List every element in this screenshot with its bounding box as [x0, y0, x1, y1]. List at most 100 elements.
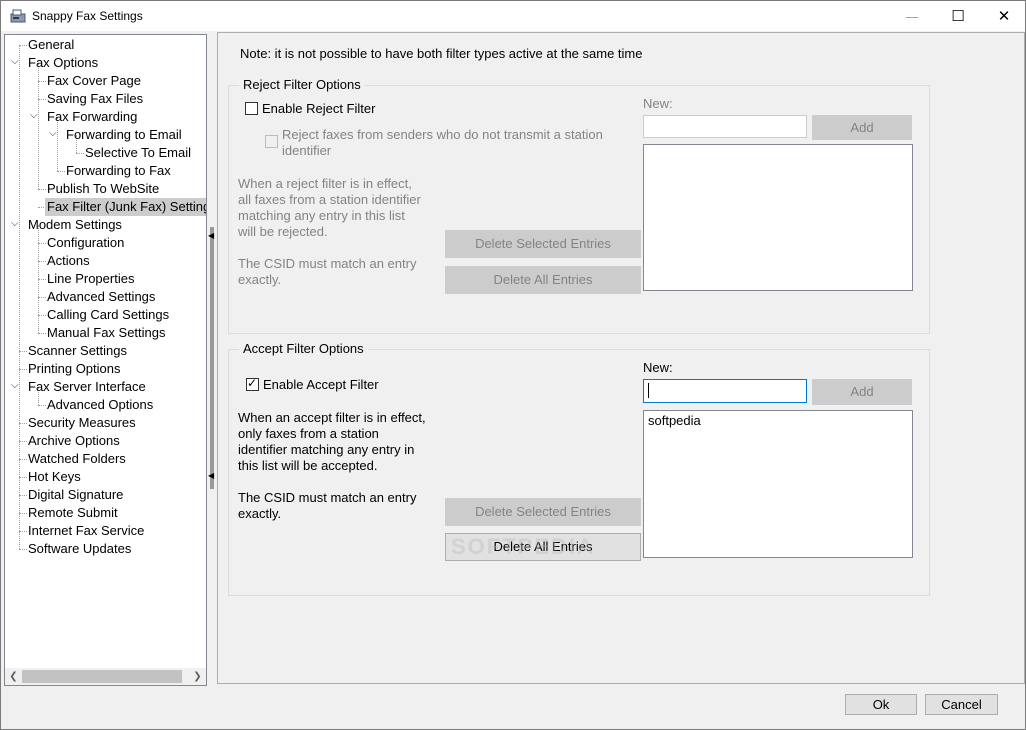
window-title: Snappy Fax Settings [32, 9, 143, 23]
accept-desc-line: When an accept filter is in effect, [238, 410, 426, 425]
reject-description: When a reject filter is in effect, all f… [238, 176, 438, 240]
tree-item-forwarding-to-email[interactable]: Forwarding to Email [64, 126, 184, 144]
tree-item-calling-card-settings[interactable]: Calling Card Settings [45, 306, 171, 324]
chevron-down-icon[interactable]: ⌵ [11, 381, 21, 391]
maximize-button[interactable]: ☐ [935, 1, 981, 31]
splitter-handle[interactable] [210, 227, 214, 489]
cancel-button[interactable]: Cancel [925, 694, 998, 715]
tree-item-line-properties[interactable]: Line Properties [45, 270, 136, 288]
tree-item-configuration[interactable]: Configuration [45, 234, 126, 252]
tree-item-scanner-settings[interactable]: Scanner Settings [26, 342, 129, 360]
chevron-down-icon[interactable]: ⌵ [49, 129, 59, 139]
checkmark-icon: ✓ [247, 376, 258, 390]
chevron-down-icon[interactable]: ⌵ [30, 111, 40, 121]
tree-item-remote-submit[interactable]: Remote Submit [26, 504, 120, 522]
enable-reject-label: Enable Reject Filter [262, 101, 376, 116]
tree-item-fax-cover-page[interactable]: Fax Cover Page [45, 72, 143, 90]
enable-reject-checkbox[interactable]: Enable Reject Filter [245, 101, 375, 116]
reject-entries-list[interactable] [643, 144, 913, 291]
tree-item-general[interactable]: General [26, 36, 76, 54]
accept-entries-list[interactable]: softpedia [643, 410, 913, 558]
filter-note: Note: it is not possible to have both fi… [240, 46, 643, 61]
reject-delete-all-button[interactable]: Delete All Entries [445, 266, 641, 294]
reject-csid-note: The CSID must match an entry exactly. [238, 256, 438, 288]
chevron-down-icon[interactable]: ⌵ [11, 219, 21, 229]
text-caret [648, 383, 649, 398]
tree-item-fax-forwarding[interactable]: Fax Forwarding [45, 108, 139, 126]
accept-csid-note: The CSID must match an entry exactly. [238, 490, 438, 522]
filter-settings-panel: Note: it is not possible to have both fi… [217, 32, 1025, 684]
tree-item-internet-fax-service[interactable]: Internet Fax Service [26, 522, 146, 540]
ok-button[interactable]: Ok [845, 694, 917, 715]
tree-item-printing-options[interactable]: Printing Options [26, 360, 123, 378]
checkbox-box[interactable]: ✓ [246, 376, 259, 391]
tree-item-advanced-options[interactable]: Advanced Options [45, 396, 155, 414]
accept-desc-line: only faxes from a station [238, 426, 379, 441]
tree-item-actions[interactable]: Actions [45, 252, 92, 270]
enable-accept-checkbox[interactable]: ✓ Enable Accept Filter [246, 376, 379, 392]
scrollbar-thumb[interactable] [22, 670, 182, 683]
accept-description: When an accept filter is in effect, only… [238, 410, 438, 474]
maximize-icon: ☐ [951, 8, 965, 25]
reject-no-id-label-line2: identifier [282, 143, 332, 158]
minimize-icon: — [905, 8, 919, 24]
accept-add-button[interactable]: Add [812, 379, 912, 405]
tree-item-selective-to-email[interactable]: Selective To Email [83, 144, 193, 162]
accept-csid-line: exactly. [238, 506, 282, 521]
reject-desc-line: will be rejected. [238, 224, 328, 239]
reject-new-input[interactable] [643, 115, 807, 138]
reject-add-button[interactable]: Add [812, 115, 912, 140]
tree-item-fax-server-interface[interactable]: Fax Server Interface [26, 378, 148, 396]
close-button[interactable]: ✕ [981, 1, 1026, 31]
fax-app-icon [10, 9, 26, 23]
checkbox-box[interactable] [265, 135, 278, 148]
tree-item-watched-folders[interactable]: Watched Folders [26, 450, 128, 468]
title-bar: Snappy Fax Settings — ☐ ✕ [0, 0, 1026, 31]
tree-item-fax-options[interactable]: Fax Options [26, 54, 100, 72]
accept-filter-group: Accept Filter Options ✓ Enable Accept Fi… [228, 341, 930, 596]
scroll-left-icon[interactable]: ❮ [5, 668, 22, 685]
list-item[interactable]: softpedia [648, 413, 701, 428]
tree-item-fax-filter[interactable]: Fax Filter (Junk Fax) Settings [45, 198, 206, 216]
accept-filter-title: Accept Filter Options [239, 341, 368, 356]
tree-item-digital-signature[interactable]: Digital Signature [26, 486, 125, 504]
accept-csid-line: The CSID must match an entry [238, 490, 417, 505]
reject-desc-line: matching any entry in this list [238, 208, 405, 223]
watermark-text: SOFTPEDIA [451, 534, 595, 559]
minimize-button[interactable]: — [889, 1, 935, 31]
tree-item-manual-fax-settings[interactable]: Manual Fax Settings [45, 324, 168, 342]
tree-item-archive-options[interactable]: Archive Options [26, 432, 122, 450]
collapse-left-icon[interactable]: ◀ [208, 471, 214, 480]
chevron-down-icon[interactable]: ⌵ [11, 57, 21, 67]
tree-item-forwarding-to-fax[interactable]: Forwarding to Fax [64, 162, 173, 180]
reject-no-id-label-line1: Reject faxes from senders who do not tra… [282, 127, 603, 142]
tree-item-software-updates[interactable]: Software Updates [26, 540, 133, 558]
reject-no-id-checkbox[interactable]: Reject faxes from senders who do not tra… [265, 127, 603, 159]
reject-filter-title: Reject Filter Options [239, 77, 365, 92]
reject-csid-line: exactly. [238, 272, 282, 287]
tree-horizontal-scrollbar[interactable]: ❮ ❯ [5, 668, 206, 685]
accept-delete-selected-button[interactable]: Delete Selected Entries [445, 498, 641, 526]
dialog-body: ⌵ ⌵ ⌵ ⌵ ⌵ General Fax Options Fax Cover … [0, 31, 1026, 730]
reject-desc-line: all faxes from a station identifier [238, 192, 421, 207]
tree-item-saving-fax-files[interactable]: Saving Fax Files [45, 90, 145, 108]
tree-item-security-measures[interactable]: Security Measures [26, 414, 138, 432]
tree-item-hot-keys[interactable]: Hot Keys [26, 468, 83, 486]
tree-item-publish-to-website[interactable]: Publish To WebSite [45, 180, 161, 198]
accept-new-input[interactable] [643, 379, 807, 403]
accept-desc-line: identifier matching any entry in [238, 442, 415, 457]
checkbox-box[interactable] [245, 102, 258, 115]
accept-desc-line: this list will be accepted. [238, 458, 378, 473]
reject-delete-selected-button[interactable]: Delete Selected Entries [445, 230, 641, 258]
accept-new-label: New: [643, 360, 673, 375]
panel-splitter[interactable]: ◀ ◀ [208, 227, 216, 489]
tree-item-modem-settings[interactable]: Modem Settings [26, 216, 124, 234]
scroll-right-icon[interactable]: ❯ [189, 668, 206, 685]
close-icon: ✕ [997, 8, 1011, 25]
tree-item-advanced-settings[interactable]: Advanced Settings [45, 288, 157, 306]
settings-tree[interactable]: ⌵ ⌵ ⌵ ⌵ ⌵ General Fax Options Fax Cover … [4, 34, 207, 686]
reject-desc-line: When a reject filter is in effect, [238, 176, 412, 191]
collapse-left-icon[interactable]: ◀ [208, 231, 214, 240]
enable-accept-label: Enable Accept Filter [263, 377, 379, 392]
reject-new-label: New: [643, 96, 673, 111]
